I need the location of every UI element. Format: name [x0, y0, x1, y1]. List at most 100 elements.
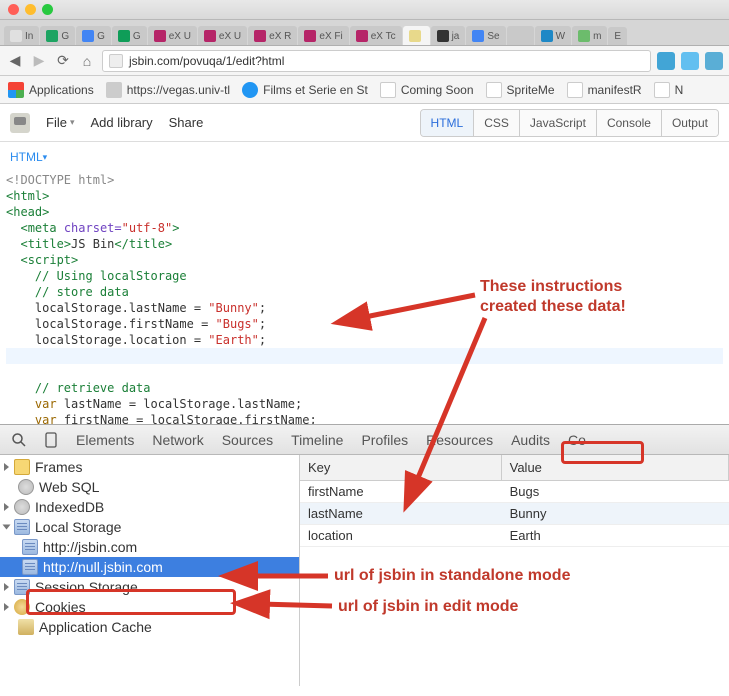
tab-console[interactable]: Console: [597, 110, 662, 136]
magnifier-icon[interactable]: [10, 431, 28, 449]
devtools-tab-resources[interactable]: Resources: [424, 430, 495, 450]
browser-tab[interactable]: E: [608, 27, 627, 45]
code-editor[interactable]: <!DOCTYPE html> <<html>html> <head> <met…: [0, 172, 729, 424]
table-header: Key Value: [300, 455, 729, 481]
browser-tab[interactable]: G: [76, 26, 111, 45]
folder-icon: [14, 459, 30, 475]
extension-icon[interactable]: [657, 52, 675, 70]
page-icon: [567, 82, 583, 98]
browser-tab[interactable]: ja: [431, 26, 466, 45]
tree-localstorage[interactable]: Local Storage: [0, 517, 299, 537]
tree-frames[interactable]: Frames: [0, 457, 299, 477]
tab-css[interactable]: CSS: [474, 110, 520, 136]
extension-icon[interactable]: [705, 52, 723, 70]
browser-tab[interactable]: eX U: [148, 26, 197, 45]
jsbin-logo-icon[interactable]: [10, 113, 30, 133]
tab-output[interactable]: Output: [662, 110, 718, 136]
code-line: <title>: [20, 237, 71, 251]
tab-javascript[interactable]: JavaScript: [520, 110, 597, 136]
devtools-tab-elements[interactable]: Elements: [74, 430, 136, 450]
w-icon: [541, 30, 553, 42]
bookmark-item[interactable]: SpriteMe: [486, 82, 555, 98]
table-row[interactable]: firstNameBugs: [300, 481, 729, 503]
home-button[interactable]: ⌂: [78, 52, 96, 70]
devtools-panel: Elements Network Sources Timeline Profil…: [0, 424, 729, 686]
forward-button[interactable]: ▶: [30, 52, 48, 70]
bookmark-item[interactable]: Films et Serie en St: [242, 82, 368, 98]
site-icon: [242, 82, 258, 98]
expand-icon: [4, 503, 9, 511]
devtools-tab-console[interactable]: Co: [566, 430, 588, 450]
browser-tab[interactable]: G: [40, 26, 75, 45]
code-line: <<html>html>: [6, 189, 49, 203]
code-comment: // retrieve data: [35, 381, 151, 395]
code-line: <!DOCTYPE html>: [6, 173, 114, 187]
bookmark-item[interactable]: https://vegas.univ-tl: [106, 82, 230, 98]
extensions-area: [657, 52, 723, 70]
bookmark-item[interactable]: N: [654, 82, 684, 98]
browser-tab[interactable]: G: [112, 26, 147, 45]
browser-tab[interactable]: Se: [466, 26, 505, 45]
share-menu[interactable]: Share: [169, 115, 204, 130]
col-key[interactable]: Key: [300, 455, 502, 480]
expand-icon: [4, 603, 9, 611]
cookies-icon: [14, 599, 30, 615]
panel-header-html[interactable]: HTML: [0, 142, 729, 172]
tab-html[interactable]: HTML: [421, 110, 475, 136]
devtools-tab-sources[interactable]: Sources: [220, 430, 275, 450]
col-value[interactable]: Value: [502, 455, 729, 480]
apps-bookmark[interactable]: Applications: [8, 82, 94, 98]
code-comment: // store data: [35, 285, 129, 299]
collapse-icon: [3, 525, 11, 530]
device-mode-icon[interactable]: [42, 431, 60, 449]
file-menu[interactable]: File: [46, 115, 74, 130]
add-library-menu[interactable]: Add library: [90, 115, 152, 130]
table-row[interactable]: locationEarth: [300, 525, 729, 547]
devtools-tab-bar: Elements Network Sources Timeline Profil…: [0, 425, 729, 455]
browser-tab[interactable]: In: [4, 26, 39, 45]
expand-icon: [4, 463, 9, 471]
reload-button[interactable]: ⟳: [54, 52, 72, 70]
storage-table: Key Value firstNameBugs lastNameBunny lo…: [300, 455, 729, 686]
tree-sessionstorage[interactable]: Session Storage: [0, 577, 299, 597]
devtools-tab-profiles[interactable]: Profiles: [359, 430, 410, 450]
tree-indexeddb[interactable]: IndexedDB: [0, 497, 299, 517]
tree-cookies[interactable]: Cookies: [0, 597, 299, 617]
m-icon: [578, 30, 590, 42]
extension-icon[interactable]: [681, 52, 699, 70]
browser-tab[interactable]: eX R: [248, 26, 297, 45]
github-icon: [437, 30, 449, 42]
table-row[interactable]: lastNameBunny: [300, 503, 729, 525]
browser-tab[interactable]: eX U: [198, 26, 247, 45]
highlighted-line: [6, 348, 723, 364]
tree-appcache[interactable]: Application Cache: [0, 617, 299, 637]
page-icon: [380, 82, 396, 98]
zoom-window-icon[interactable]: [42, 4, 53, 15]
tree-localstorage-origin[interactable]: http://jsbin.com: [0, 537, 299, 557]
tree-localstorage-origin-selected[interactable]: http://null.jsbin.com: [0, 557, 299, 577]
close-window-icon[interactable]: [8, 4, 19, 15]
minimize-window-icon[interactable]: [25, 4, 36, 15]
devtools-sidebar: Frames Web SQL IndexedDB Local Storage h…: [0, 455, 300, 686]
browser-tab[interactable]: eX Tc: [350, 26, 402, 45]
database-icon: [18, 479, 34, 495]
database-icon: [14, 499, 30, 515]
browser-tab[interactable]: [507, 26, 534, 45]
drive-icon: [46, 30, 58, 42]
tree-websql[interactable]: Web SQL: [0, 477, 299, 497]
bookmark-item[interactable]: manifestR: [567, 82, 642, 98]
browser-tab[interactable]: W: [535, 26, 571, 45]
back-button[interactable]: ◀: [6, 52, 24, 70]
cache-icon: [18, 619, 34, 635]
browser-tab[interactable]: m: [572, 26, 607, 45]
devtools-tab-network[interactable]: Network: [150, 430, 205, 450]
devtools-tab-timeline[interactable]: Timeline: [289, 430, 345, 450]
storage-icon: [14, 579, 30, 595]
browser-tab[interactable]: eX Fi: [298, 26, 348, 45]
browser-tab-active[interactable]: [403, 26, 430, 45]
bookmark-item[interactable]: Coming Soon: [380, 82, 474, 98]
browser-tab-strip: In G G G eX U eX U eX R eX Fi eX Tc ja S…: [0, 20, 729, 46]
devtools-tab-audits[interactable]: Audits: [509, 430, 552, 450]
url-input[interactable]: jsbin.com/povuqa/1/edit?html: [102, 50, 651, 72]
storage-icon: [22, 539, 38, 555]
